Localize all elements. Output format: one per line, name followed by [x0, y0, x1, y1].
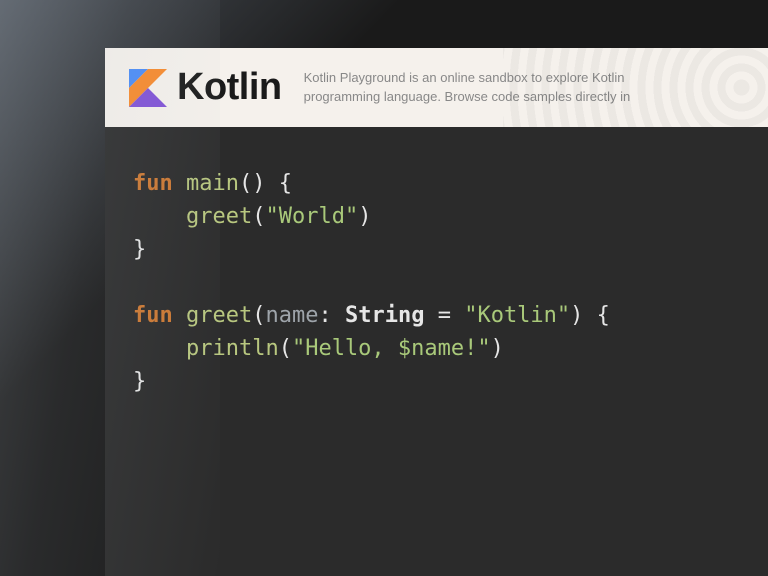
tagline-line-1: Kotlin Playground is an online sandbox t… — [304, 69, 631, 87]
code-editor[interactable]: fun main() { greet("World") } fun greet(… — [105, 127, 768, 438]
kotlin-logo-icon — [129, 69, 167, 107]
code-line-2: greet("World") — [133, 200, 740, 233]
screen-area: Kotlin Kotlin Playground is an online sa… — [105, 48, 768, 576]
kotlin-logo-block: Kotlin — [129, 66, 282, 109]
tagline-line-2: programming language. Browse code sample… — [304, 88, 631, 106]
code-line-5: fun greet(name: String = "Kotlin") { — [133, 299, 740, 332]
tagline-text: Kotlin Playground is an online sandbox t… — [304, 69, 631, 105]
code-line-3: } — [133, 233, 740, 266]
device-frame: Kotlin Kotlin Playground is an online sa… — [0, 0, 768, 576]
code-line-7: } — [133, 365, 740, 398]
brand-name: Kotlin — [177, 66, 282, 109]
code-line-6: println("Hello, $name!") — [133, 332, 740, 365]
playground-header: Kotlin Kotlin Playground is an online sa… — [105, 48, 768, 127]
code-line-4 — [133, 266, 740, 299]
code-line-1: fun main() { — [133, 167, 740, 200]
